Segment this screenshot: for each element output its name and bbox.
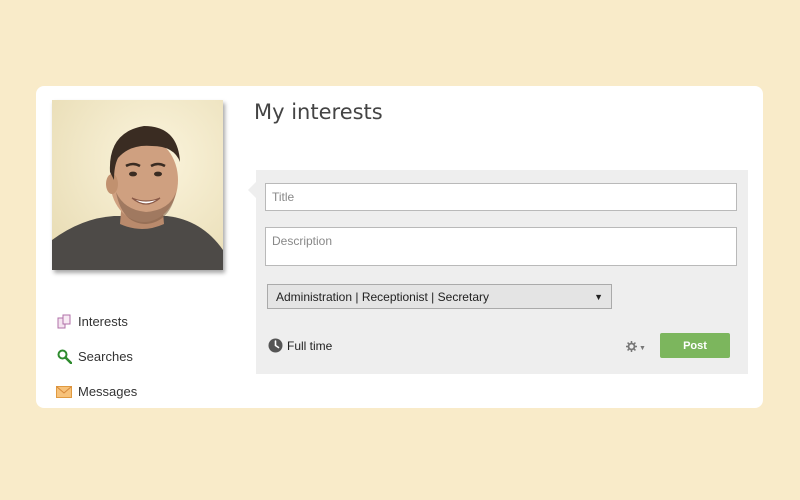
sidebar-item-interests[interactable]: Interests	[56, 304, 137, 339]
profile-card: Interests Searches Messages My interests	[36, 86, 763, 408]
envelope-icon	[56, 384, 72, 400]
sidebar-nav: Interests Searches Messages	[56, 304, 137, 409]
interest-form: Administration | Receptionist | Secretar…	[248, 170, 748, 374]
avatar	[52, 100, 223, 270]
clock-icon	[268, 338, 283, 353]
search-icon	[56, 349, 72, 365]
sidebar-item-label: Messages	[78, 384, 138, 399]
category-select[interactable]: Administration | Receptionist | Secretar…	[267, 284, 612, 309]
sidebar-item-messages[interactable]: Messages	[56, 374, 137, 409]
chevron-down-icon: ▼	[639, 344, 646, 352]
dropdown-arrow-icon: ▼	[594, 291, 603, 302]
sidebar-item-searches[interactable]: Searches	[56, 339, 137, 374]
description-input[interactable]	[265, 227, 737, 266]
gear-icon	[625, 340, 638, 355]
category-selected-value: Administration | Receptionist | Secretar…	[276, 289, 489, 304]
employment-type-label: Full time	[287, 338, 333, 353]
sidebar-item-label: Searches	[78, 349, 133, 364]
sidebar-item-label: Interests	[78, 314, 128, 329]
page-title: My interests	[254, 100, 383, 124]
settings-dropdown[interactable]: ▼	[625, 340, 646, 355]
post-button[interactable]: Post	[660, 333, 730, 358]
interests-icon	[56, 314, 72, 330]
title-input[interactable]	[265, 183, 737, 211]
profile-photo	[52, 100, 223, 270]
employment-type[interactable]: Full time	[268, 338, 332, 353]
